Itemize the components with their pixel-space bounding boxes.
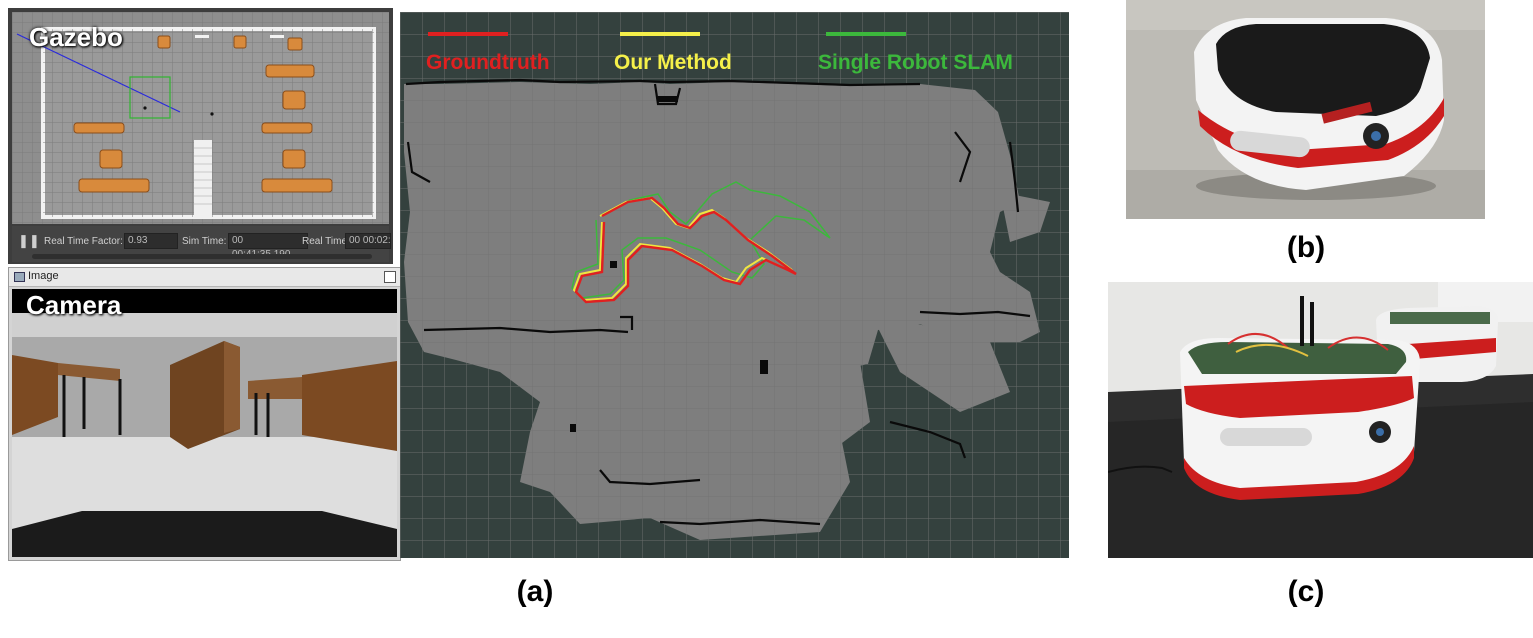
- single-robot-slam-legend-label: Single Robot SLAM: [818, 51, 1013, 74]
- maximize-icon[interactable]: [384, 271, 396, 283]
- camera-scene: [12, 289, 397, 557]
- caption-c: (c): [1287, 575, 1325, 608]
- occupancy-grid-map: [400, 12, 1069, 558]
- real-time-label: Real Time:: [302, 236, 350, 247]
- gazebo-3d-view[interactable]: Gazebo: [12, 12, 389, 224]
- sim-time-label: Sim Time:: [182, 236, 227, 247]
- camera-image-window: Image Camera: [8, 267, 401, 561]
- groundtruth-legend-label: Groundtruth: [426, 51, 550, 74]
- robots-photo-pair: [1108, 282, 1533, 558]
- robot-photo-single: [1126, 0, 1485, 219]
- gazebo-horizontal-scrollbar[interactable]: [32, 254, 372, 259]
- robot-illustration: [1126, 0, 1485, 219]
- caption-b: (b): [1286, 231, 1326, 264]
- gazebo-panel: Gazebo ❚❚ Real Time Factor: 0.93 Sim Tim…: [8, 8, 393, 264]
- robots-illustration: [1108, 282, 1533, 558]
- caption-a: (a): [516, 575, 554, 608]
- camera-view: Camera: [12, 289, 397, 557]
- pause-icon[interactable]: ❚❚: [18, 233, 40, 249]
- real-time-factor-label: Real Time Factor:: [44, 236, 123, 247]
- single-robot-slam-legend-swatch: [826, 32, 906, 36]
- sim-time-value: 00 00:41:35.190: [228, 233, 308, 260]
- image-window-header[interactable]: Image: [9, 268, 400, 287]
- our-method-legend-label: Our Method: [614, 51, 732, 74]
- gazebo-overlay-title: Gazebo: [29, 22, 123, 52]
- camera-overlay-title: Camera: [26, 290, 122, 320]
- our-method-legend-swatch: [620, 32, 700, 36]
- gazebo-toolbar: ❚❚ Real Time Factor: 0.93 Sim Time: 00 0…: [12, 226, 391, 262]
- image-window-title: Image: [28, 270, 59, 282]
- groundtruth-legend-swatch: [428, 32, 508, 36]
- real-time-factor-value: 0.93: [124, 233, 178, 249]
- slam-map-view[interactable]: Groundtruth Our Method Single Robot SLAM: [400, 12, 1069, 558]
- real-time-value: 00 00:02:5: [345, 233, 391, 249]
- image-window-icon: [14, 272, 25, 282]
